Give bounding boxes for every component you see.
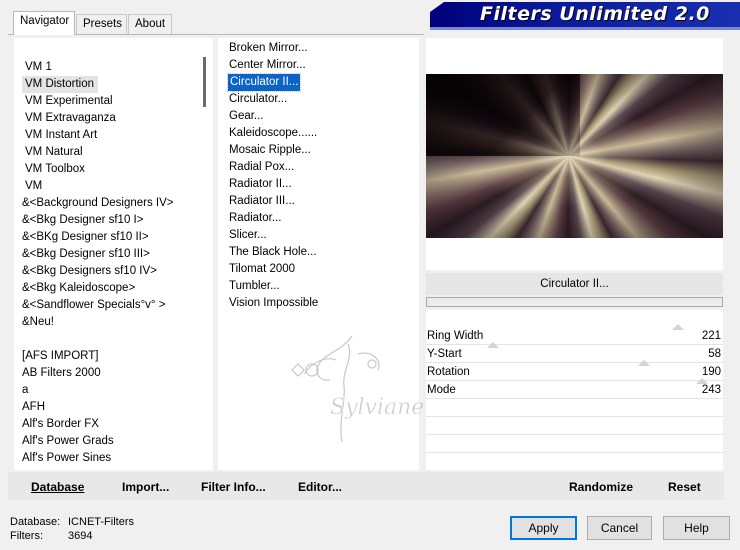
database-button[interactable]: Database bbox=[31, 480, 84, 494]
filter-item[interactable]: Center Mirror... bbox=[229, 57, 306, 74]
preview-image bbox=[426, 74, 723, 238]
category-item[interactable]: &<Bkg Kaleidoscope> bbox=[22, 280, 135, 297]
category-item[interactable]: VM bbox=[25, 178, 42, 195]
filter-info-button[interactable]: Filter Info... bbox=[201, 480, 266, 494]
param-slider[interactable]: Rotation 190 bbox=[426, 360, 723, 381]
tab-about[interactable]: About bbox=[128, 14, 172, 34]
category-item[interactable]: VM Instant Art bbox=[25, 127, 97, 144]
param-label: Rotation bbox=[427, 366, 470, 378]
filter-item[interactable]: Circulator II... bbox=[226, 73, 302, 92]
param-value: 243 bbox=[701, 384, 721, 396]
database-value: ICNET-Filters bbox=[68, 516, 134, 528]
filter-item[interactable]: Tilomat 2000 bbox=[229, 261, 295, 278]
category-item[interactable]: &<Bkg Designer sf10 III> bbox=[22, 246, 150, 263]
filter-item[interactable]: Radiator III... bbox=[229, 193, 295, 210]
filters-count-label: Filters: bbox=[10, 530, 43, 542]
category-item[interactable]: VM Natural bbox=[25, 144, 83, 161]
category-item[interactable]: a bbox=[22, 382, 28, 399]
param-value: 58 bbox=[708, 348, 721, 360]
database-label: Database: bbox=[10, 516, 61, 528]
editor-button[interactable]: Editor... bbox=[298, 480, 342, 494]
category-item[interactable]: &<Sandflower Specials°v° > bbox=[22, 297, 165, 314]
help-button[interactable]: Help bbox=[663, 516, 730, 540]
filter-item[interactable]: Radiator... bbox=[229, 210, 281, 227]
category-item[interactable]: &<Background Designers IV> bbox=[22, 195, 174, 212]
filter-item[interactable]: Broken Mirror... bbox=[229, 40, 308, 57]
cancel-button[interactable]: Cancel bbox=[587, 516, 652, 540]
randomize-button[interactable]: Randomize bbox=[569, 480, 633, 494]
category-list[interactable]: VM 1 VM Distortion VM Experimental VM Extra… bbox=[14, 38, 197, 470]
title-banner-underline bbox=[430, 27, 740, 30]
filter-item[interactable]: Slicer... bbox=[229, 227, 267, 244]
category-scrollbar-thumb[interactable] bbox=[203, 57, 206, 107]
param-slider[interactable]: Y-Start 58 bbox=[426, 342, 723, 363]
slider-row-divider bbox=[426, 434, 723, 435]
category-item[interactable]: VM Extravaganza bbox=[25, 110, 116, 127]
slider-row-divider bbox=[426, 452, 723, 453]
tab-presets[interactable]: Presets bbox=[76, 14, 127, 34]
filter-item[interactable]: Circulator... bbox=[229, 91, 287, 108]
tab-navigator[interactable]: Navigator bbox=[13, 11, 75, 35]
filter-item[interactable]: Kaleidoscope...... bbox=[229, 125, 317, 142]
filter-item[interactable]: Gear... bbox=[229, 108, 264, 125]
slider-row-divider bbox=[426, 416, 723, 417]
progress-bar bbox=[426, 297, 723, 307]
filter-item[interactable]: Radiator II... bbox=[229, 176, 292, 193]
param-label: Y-Start bbox=[427, 348, 462, 360]
param-slider[interactable]: Ring Width 221 bbox=[426, 324, 723, 345]
category-item[interactable]: VM Distortion bbox=[22, 76, 99, 93]
watermark-flourish: Sylviane bbox=[291, 335, 425, 443]
filter-item[interactable]: The Black Hole... bbox=[229, 244, 317, 261]
category-item[interactable]: [AFS IMPORT] bbox=[22, 348, 98, 365]
import-button[interactable]: Import... bbox=[122, 480, 169, 494]
category-item[interactable]: Alf's Border FX bbox=[22, 416, 99, 433]
category-item[interactable]: &<Bkg Designers sf10 IV> bbox=[22, 263, 157, 280]
param-label: Ring Width bbox=[427, 330, 484, 342]
filter-item[interactable]: Radial Pox... bbox=[229, 159, 294, 176]
reset-button[interactable]: Reset bbox=[668, 480, 701, 494]
param-slider[interactable]: Mode 243 bbox=[426, 378, 723, 399]
selected-filter-name: Circulator II... bbox=[426, 273, 723, 295]
slider-thumb-icon[interactable] bbox=[672, 324, 684, 330]
category-item[interactable]: Alf's Power Sines bbox=[22, 450, 111, 467]
filters-count-value: 3694 bbox=[68, 530, 93, 542]
category-item[interactable]: Alf's Power Grads bbox=[22, 433, 114, 450]
param-value: 221 bbox=[701, 330, 721, 342]
category-item[interactable]: VM Experimental bbox=[25, 93, 113, 110]
app-title: Filters Unlimited 2.0 bbox=[480, 3, 710, 25]
slider-thumb-icon[interactable] bbox=[638, 360, 650, 366]
category-item[interactable]: &Neu! bbox=[22, 314, 54, 331]
category-item[interactable]: VM Toolbox bbox=[25, 161, 85, 178]
watermark-text: Sylviane bbox=[330, 395, 424, 420]
category-item[interactable]: &<BKg Designer sf10 II> bbox=[22, 229, 149, 246]
category-item[interactable]: AFH bbox=[22, 399, 45, 416]
apply-button[interactable]: Apply bbox=[510, 516, 577, 540]
category-item[interactable]: &<Bkg Designer sf10 I> bbox=[22, 212, 143, 229]
slider-thumb-icon[interactable] bbox=[487, 342, 499, 348]
filter-item[interactable]: Mosaic Ripple... bbox=[229, 142, 311, 159]
filter-item[interactable]: Tumbler... bbox=[229, 278, 280, 295]
category-item[interactable]: AB Filters 2000 bbox=[22, 365, 101, 382]
category-item[interactable]: VM 1 bbox=[25, 59, 52, 76]
filter-item[interactable]: Vision Impossible bbox=[229, 295, 318, 312]
